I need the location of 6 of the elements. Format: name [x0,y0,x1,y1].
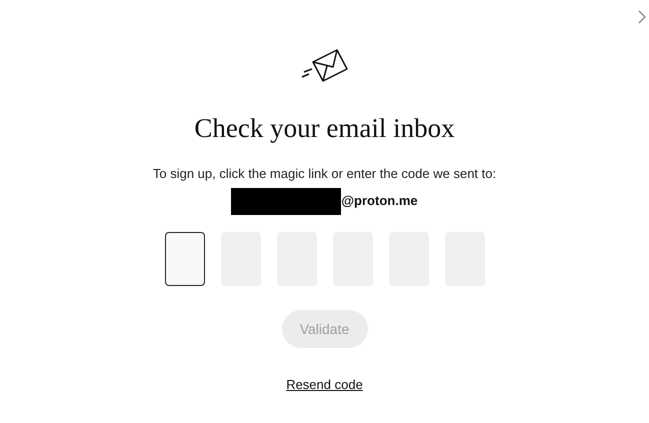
code-digit-field[interactable] [164,232,204,286]
resend-code-link[interactable]: Resend code [286,375,363,394]
instruction-text: To sign up, click the magic link or enter the code we sent to: [152,166,496,182]
email-domain: @proton.me [341,192,418,210]
chevron-right-icon[interactable] [638,10,646,24]
page-title: Check your email inbox [194,112,455,145]
